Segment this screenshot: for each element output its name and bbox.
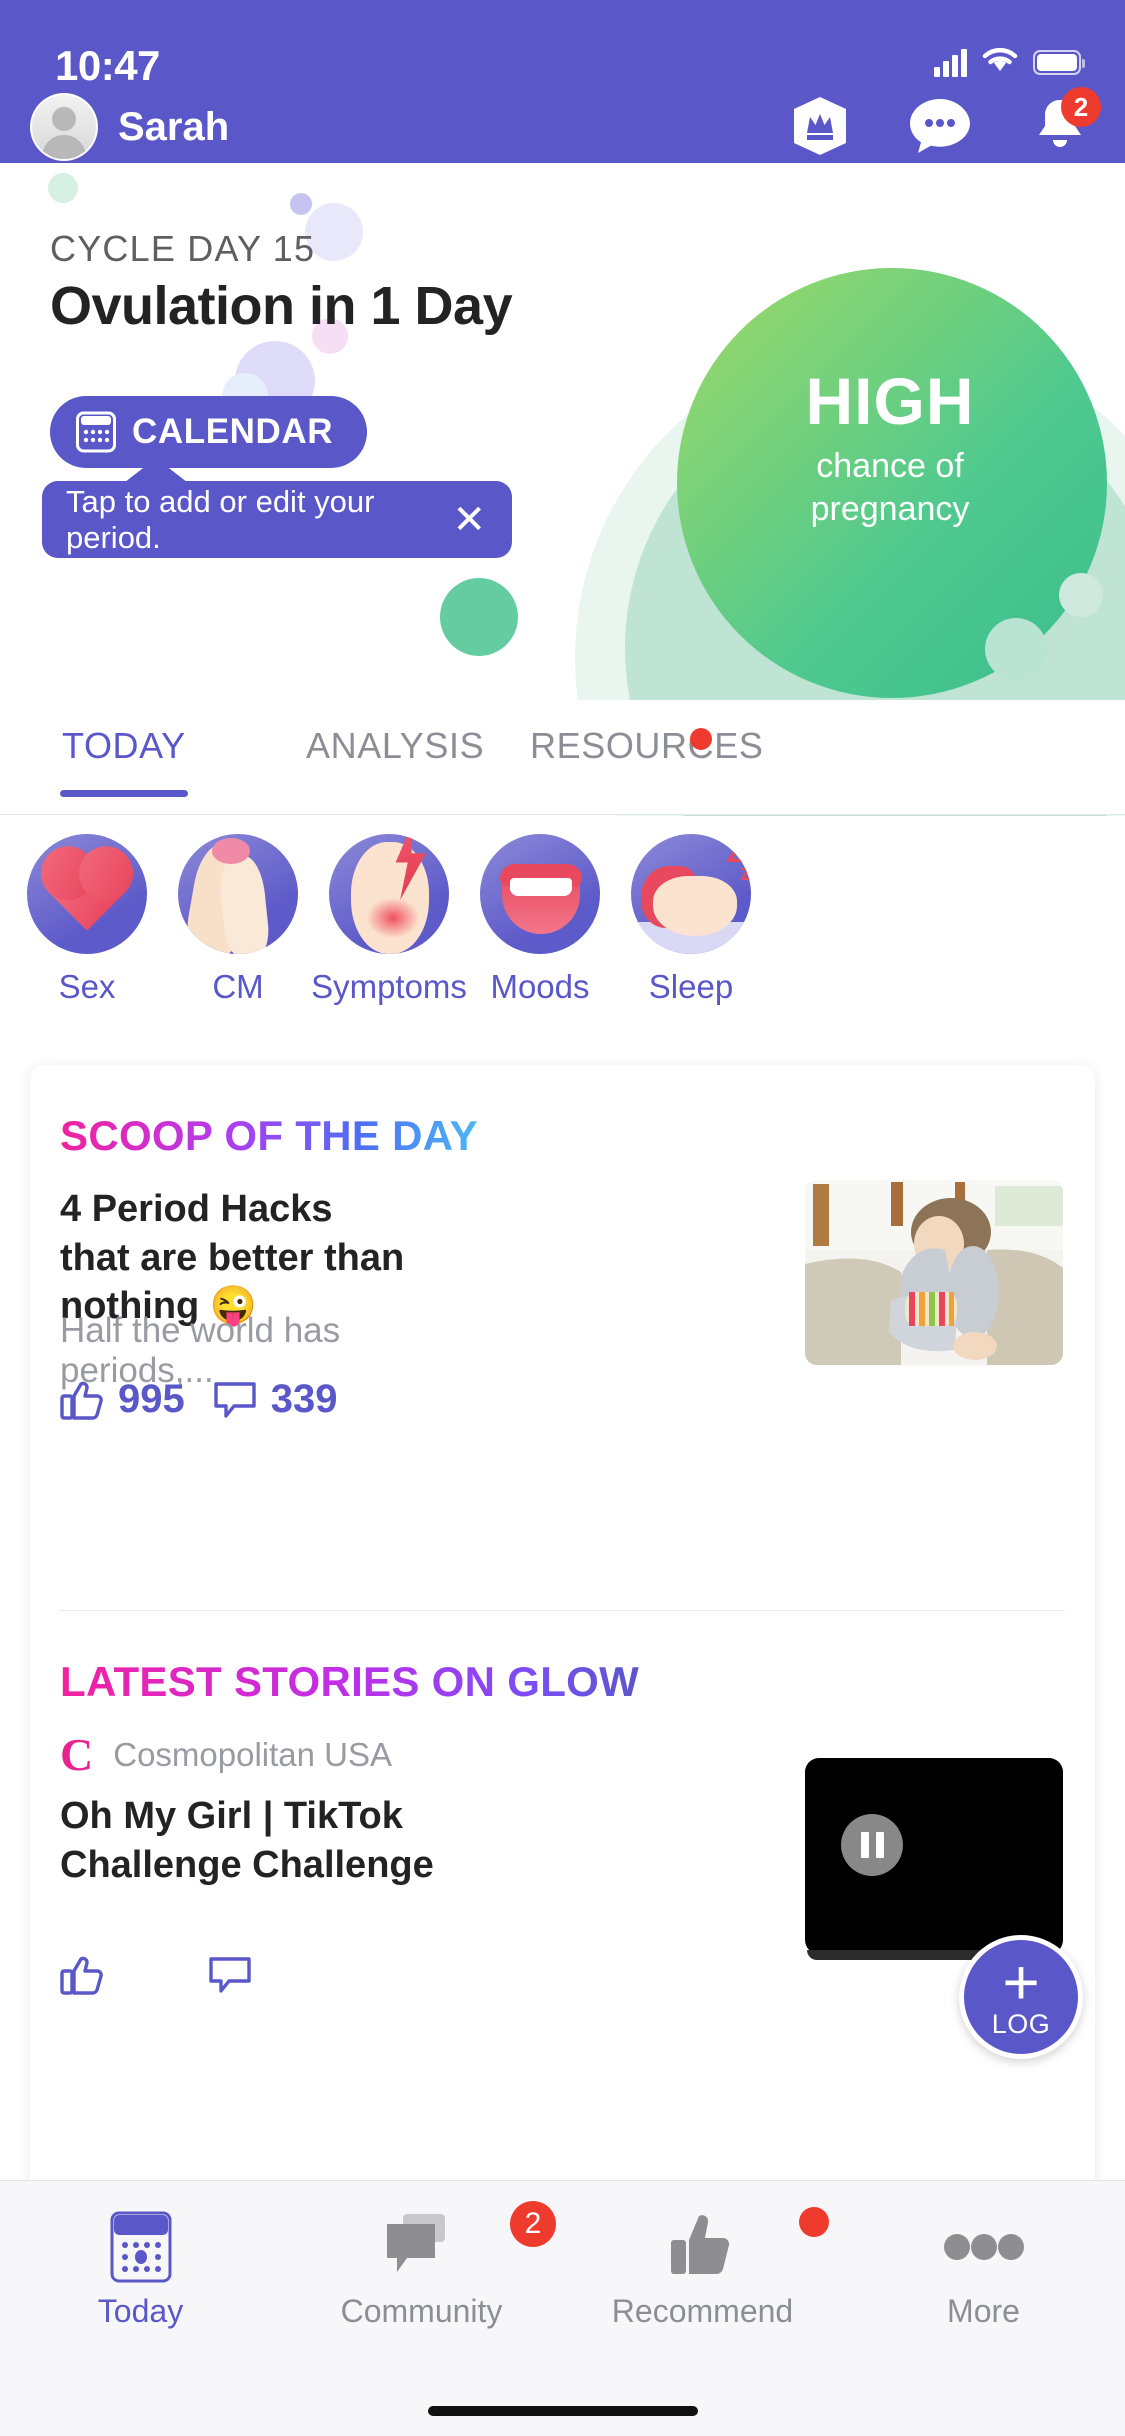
- scoop-headline: 4 Period Hacks that are better than noth…: [60, 1188, 405, 1328]
- active-tab-indicator: [60, 790, 188, 797]
- chance-line-2: pregnancy: [810, 489, 970, 528]
- section-tabs: TODAY ANALYSIS RESOURCES: [0, 700, 1125, 815]
- ovulation-status: Ovulation in 1 Day: [50, 276, 513, 336]
- battery-icon: [1033, 50, 1085, 75]
- like-button[interactable]: 995: [60, 1377, 185, 1422]
- status-bar: 10:47: [0, 20, 1125, 89]
- tab-resources[interactable]: RESOURCES: [530, 725, 763, 767]
- close-icon[interactable]: ✕: [452, 500, 486, 540]
- decorative-bubble: [1059, 573, 1103, 617]
- comment-count: 339: [270, 1377, 338, 1421]
- sleeping-face-icon: Zz: [631, 834, 751, 954]
- heart-icon: [27, 834, 147, 954]
- notifications-bell-icon[interactable]: 2: [1029, 87, 1101, 157]
- story-source: C Cosmopolitan USA: [60, 1732, 392, 1778]
- cosmopolitan-logo-icon: C: [60, 1729, 94, 1780]
- comment-button[interactable]: [208, 1955, 266, 1995]
- notification-badge: 2: [1061, 87, 1101, 127]
- log-button-label: LOG: [991, 2008, 1051, 2039]
- pregnancy-chance-label: chance of pregnancy: [755, 445, 1025, 530]
- calendar-icon: [0, 2205, 281, 2289]
- calendar-button-label: CALENDAR: [132, 412, 334, 451]
- chance-line-1: chance of: [816, 447, 964, 485]
- plus-icon: +: [1002, 1946, 1040, 2019]
- story-video-player[interactable]: [805, 1758, 1063, 1960]
- cycle-day-label: CYCLE DAY 15: [50, 228, 316, 269]
- status-bar-indicators: [934, 46, 1085, 79]
- thumbs-up-icon: [562, 2205, 843, 2289]
- nav-more[interactable]: More: [843, 2205, 1124, 2330]
- username-label: Sarah: [118, 104, 230, 149]
- app-screen: 10:47 Sarah 2 CYCLE DAY 15 Ovulation in …: [0, 0, 1125, 2436]
- chat-bubbles-icon: 2: [281, 2201, 562, 2289]
- ellipsis-icon: [843, 2205, 1124, 2289]
- latest-section-title: LATEST STORIES ON GLOW: [60, 1658, 640, 1705]
- cervical-mucus-icon: [178, 834, 298, 954]
- decorative-bubble: [440, 578, 518, 656]
- resources-new-dot: [690, 728, 712, 750]
- symptoms-bolt-icon: [329, 834, 449, 954]
- bottom-navigation: Today 2 Community Recommend More: [0, 2180, 1125, 2436]
- cellular-signal-icon: [934, 48, 967, 77]
- community-badge: 2: [510, 2201, 556, 2247]
- decorative-bubble: [48, 173, 78, 203]
- log-button[interactable]: + LOG: [959, 1935, 1083, 2059]
- mouth-icon: [480, 834, 600, 954]
- header-actions: 2: [789, 87, 1101, 157]
- tracker-sleep[interactable]: Zz Sleep: [601, 834, 781, 1006]
- story-source-name: Cosmopolitan USA: [113, 1736, 393, 1773]
- nav-recommend[interactable]: Recommend: [562, 2205, 843, 2330]
- pause-icon[interactable]: [841, 1814, 903, 1876]
- tracker-label: Sleep: [648, 968, 734, 1005]
- decorative-bubble: [290, 193, 312, 215]
- nav-label: Recommend: [611, 2293, 794, 2329]
- scoop-of-the-day-section[interactable]: SCOOP OF THE DAY 4 Period Hacks that are…: [30, 1065, 1095, 1610]
- card-divider: [60, 1610, 1065, 1611]
- app-header: 10:47 Sarah 2: [0, 0, 1125, 163]
- tab-today[interactable]: TODAY: [62, 725, 186, 767]
- story-engagement: [60, 1955, 266, 1995]
- scoop-thumbnail[interactable]: [805, 1180, 1063, 1365]
- comment-button[interactable]: 339: [213, 1377, 338, 1422]
- recommend-dot: [799, 2207, 829, 2237]
- tooltip-text: Tap to add or edit your period.: [66, 483, 375, 555]
- avatar[interactable]: [30, 93, 98, 161]
- like-count: 995: [118, 1377, 185, 1421]
- like-button[interactable]: [60, 1955, 118, 1995]
- wifi-icon: [981, 46, 1019, 79]
- decorative-bubble: [985, 618, 1047, 680]
- tracker-row: Sex CM Symptoms Moods Zz Sleep: [0, 816, 1125, 1006]
- tab-analysis[interactable]: ANALYSIS: [306, 725, 484, 767]
- nav-today[interactable]: Today: [0, 2205, 281, 2330]
- messages-icon[interactable]: [909, 95, 971, 157]
- nav-label: Community: [340, 2293, 503, 2329]
- home-indicator: [427, 2406, 698, 2416]
- thumbs-up-icon: [60, 1381, 103, 1420]
- scoop-section-title: SCOOP OF THE DAY: [60, 1112, 478, 1159]
- calendar-button[interactable]: CALENDAR: [50, 396, 368, 468]
- comment-icon: [214, 1381, 256, 1418]
- profile-area[interactable]: Sarah: [30, 93, 229, 161]
- period-tooltip[interactable]: Tap to add or edit your period. ✕: [42, 481, 512, 558]
- story-headline: Oh My Girl | TikTok Challenge Challenge: [60, 1795, 434, 1887]
- nav-label: Today: [97, 2293, 184, 2329]
- thumbs-up-icon: [60, 1956, 103, 1995]
- nav-label: More: [947, 2293, 1020, 2329]
- premium-crown-icon[interactable]: [789, 95, 851, 157]
- scoop-engagement: 995 339: [60, 1377, 338, 1422]
- pregnancy-chance-level: HIGH: [805, 364, 975, 438]
- calendar-icon: [76, 411, 116, 453]
- comment-icon: [209, 1957, 251, 1993]
- nav-community[interactable]: 2 Community: [281, 2201, 562, 2330]
- status-bar-clock: 10:47: [55, 42, 160, 89]
